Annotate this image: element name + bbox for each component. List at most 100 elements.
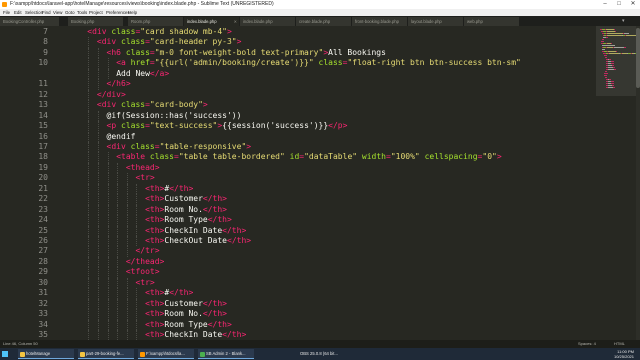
taskbar-item-browser[interactable]: SB Admin 2 - Blank... [198, 349, 254, 359]
minimap-line [601, 41, 604, 42]
indent-guide [126, 309, 128, 320]
minimize-icon[interactable]: – [598, 0, 612, 9]
minimap-line [611, 63, 614, 64]
code-token: <a [116, 58, 131, 68]
system-clock[interactable]: 11:00 PM 10/25/2021 [614, 349, 634, 359]
indent-guide [97, 256, 99, 268]
taskbar-item-sublime[interactable]: F:\xampp\htdocs\la... [138, 349, 194, 359]
taskbar-item-obs[interactable]: OBS 25.0.8 (64 bit... [300, 348, 338, 360]
minimap-line [602, 39, 605, 40]
minimap-line [607, 35, 622, 36]
tab-index-blade[interactable]: index.blade.php [240, 17, 296, 26]
menu-file[interactable]: File [3, 9, 10, 16]
tab-bookingcontroller[interactable]: BookingController.php [0, 17, 60, 26]
code-token: > [496, 152, 502, 162]
tab-index-blade-active[interactable]: index.blade.php ✕ [184, 17, 240, 26]
minimap-line [613, 67, 616, 68]
code-token: <th> [145, 215, 165, 225]
minimap-line [609, 53, 620, 54]
tab-room-model[interactable]: Room.php [128, 17, 184, 26]
menu-goto[interactable]: Goto [65, 9, 75, 16]
indent-guide [117, 162, 119, 174]
minimap-line [604, 55, 608, 56]
code-line: <p class="text-success">{{session('succe… [107, 121, 348, 130]
minimap[interactable] [596, 26, 640, 340]
indent-guide [97, 162, 99, 174]
code-token: Add New [116, 68, 150, 78]
tab-booking-model[interactable]: Booking.php [68, 17, 124, 26]
minimap-line [611, 83, 614, 84]
minimap-line [613, 47, 624, 48]
folder-icon [20, 351, 25, 357]
indent-guide [136, 215, 138, 226]
line-number: 28 [38, 256, 48, 266]
code-line: <th>CheckOut Date</th> [145, 236, 251, 245]
code-token: <thead> [125, 162, 160, 172]
vertical-scrollbar[interactable] [636, 26, 640, 340]
line-number: 13 [38, 100, 48, 110]
indent-guide [107, 298, 109, 310]
code-line: <th>Customer</th> [145, 299, 227, 308]
menu-tools[interactable]: Tools [77, 9, 87, 16]
menu-edit[interactable]: Edit [14, 9, 22, 16]
windows-start-icon[interactable] [2, 351, 8, 357]
maximize-icon[interactable]: □ [612, 0, 626, 9]
menu-help[interactable]: Help [128, 9, 137, 16]
code-line: <tr> [135, 278, 154, 287]
menu-preferences[interactable]: Preferences [106, 9, 130, 16]
tab-web-routes[interactable]: web.php [464, 17, 520, 26]
tab-front-booking-blade[interactable]: front-booking.blade.php [352, 17, 408, 26]
line-number: 30 [38, 277, 48, 287]
menu-view[interactable]: View [53, 9, 62, 16]
indent-guide [97, 173, 99, 184]
indent-guide [88, 79, 90, 90]
code-token: <div [106, 141, 131, 151]
menu-selection[interactable]: Selection [25, 9, 43, 16]
indent-guide [117, 256, 119, 268]
indentation-setting[interactable]: Spaces: 4 [578, 340, 596, 348]
code-editor[interactable]: <div class="card shadow mb-4"> <div class… [64, 26, 596, 340]
line-number-gutter: 7 8 9 10 11 12 13 14 15 16 17 18 19 20 21 22 23 24 25 26 27 2… [0, 26, 64, 340]
menu-find[interactable]: Find [42, 9, 51, 16]
title-bar: F:\xampp\htdocs\laravel-app\hotelManage\… [0, 0, 640, 9]
code-token: </th> [202, 194, 227, 204]
line-number: 18 [38, 152, 48, 162]
indent-guide [97, 225, 99, 236]
line-number: 29 [38, 267, 48, 277]
scrollbar-thumb[interactable] [636, 28, 640, 88]
indent-guide [88, 68, 90, 80]
indent-guide [88, 225, 90, 236]
indent-guide [107, 288, 109, 299]
taskbar-item-part29[interactable]: part-29-booking-fe... [78, 349, 134, 359]
code-token: </div> [96, 89, 126, 99]
indent-guide [97, 68, 99, 80]
indent-guide [126, 183, 128, 195]
indent-guide [126, 204, 128, 216]
indent-guide [117, 277, 119, 289]
indent-guide [107, 162, 109, 174]
line-number: 21 [38, 183, 48, 193]
close-icon[interactable]: ✕ [626, 0, 640, 9]
tab-list-dropdown-icon[interactable]: ▾ [622, 18, 625, 24]
indent-guide [117, 183, 119, 195]
taskbar-item-hotelmanage[interactable]: hotelManage [18, 349, 74, 359]
minimap-line [604, 73, 608, 74]
code-line: <th>Room No.</th> [145, 309, 227, 318]
tab-layout-blade[interactable]: layout.blade.php [408, 17, 464, 26]
tab-bar: BookingController.php Booking.php Room.p… [0, 16, 640, 26]
indent-guide [97, 183, 99, 195]
indent-guide [107, 215, 109, 226]
indent-guide [107, 194, 109, 205]
windows-taskbar: hotelManage part-29-booking-fe... F:\xam… [0, 348, 640, 360]
syntax-setting[interactable]: HTML [614, 340, 625, 348]
indent-guide [97, 152, 99, 163]
tab-create-blade[interactable]: create.blade.php [296, 17, 352, 26]
code-token: Room No. [164, 204, 203, 214]
indent-guide [88, 319, 90, 331]
code-token: class [121, 100, 146, 110]
tab-close-icon[interactable]: ✕ [234, 17, 237, 26]
code-token: "{{url('admin/booking/create')}}" [154, 58, 314, 68]
menu-project[interactable]: Project [89, 9, 103, 16]
indent-guide [97, 298, 99, 310]
code-token: </th> [207, 215, 232, 225]
